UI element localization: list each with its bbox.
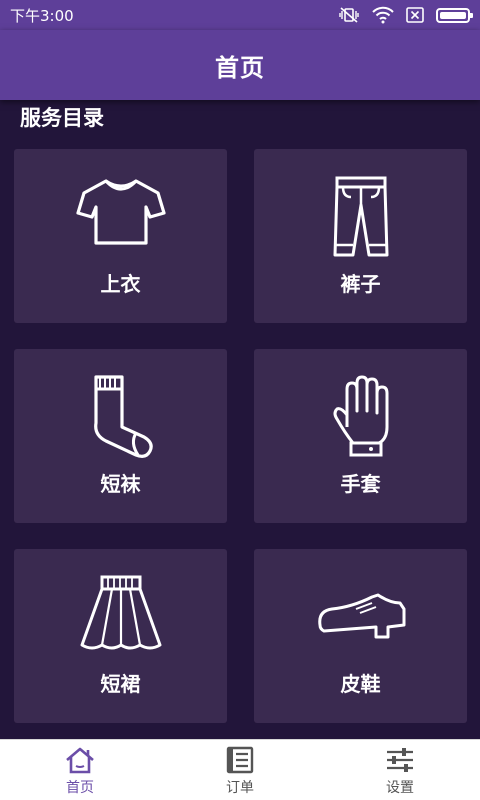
service-card-pants[interactable]: 裤子	[254, 149, 467, 323]
service-label: 上衣	[100, 272, 141, 296]
nav-item-orders[interactable]: 订单	[160, 740, 320, 800]
wifi-icon	[372, 6, 394, 24]
sock-icon	[93, 375, 153, 458]
nav-item-home[interactable]: 首页	[0, 740, 160, 800]
service-label: 裤子	[340, 272, 381, 296]
service-label: 手套	[340, 472, 381, 496]
service-card-shoes[interactable]: 皮鞋	[254, 549, 467, 723]
service-card-skirts[interactable]: 短裙	[14, 549, 227, 723]
service-label: 短袜	[100, 472, 141, 496]
service-label: 短裙	[100, 672, 141, 696]
settings-sliders-icon	[387, 748, 413, 772]
section-title: 服务目录	[20, 106, 104, 130]
home-icon	[66, 747, 94, 774]
service-label: 皮鞋	[340, 672, 381, 696]
service-card-gloves[interactable]: 手套	[254, 349, 467, 523]
nav-item-settings[interactable]: 设置	[320, 740, 480, 800]
status-time: 下午3:00	[10, 6, 74, 25]
pants-icon	[333, 176, 388, 257]
service-card-socks[interactable]: 短袜	[14, 349, 227, 523]
service-card-tops[interactable]: 上衣	[14, 149, 227, 323]
vibrate-off-icon	[338, 6, 360, 24]
app-bar: 首页	[0, 30, 480, 100]
battery-icon	[436, 7, 473, 23]
shoe-icon	[317, 593, 405, 639]
glove-icon	[333, 375, 388, 457]
nav-label: 首页	[66, 780, 94, 796]
skirt-icon	[80, 575, 161, 650]
nav-label: 订单	[226, 780, 254, 796]
status-bar: 下午3:00	[0, 0, 480, 30]
tshirt-icon	[75, 179, 166, 245]
orders-icon	[226, 746, 254, 774]
nav-label: 设置	[386, 780, 414, 796]
no-sim-icon	[406, 7, 424, 23]
bottom-nav: 首页 订单 设置	[0, 739, 480, 800]
status-icons	[338, 6, 473, 24]
page-title: 首页	[215, 53, 265, 82]
